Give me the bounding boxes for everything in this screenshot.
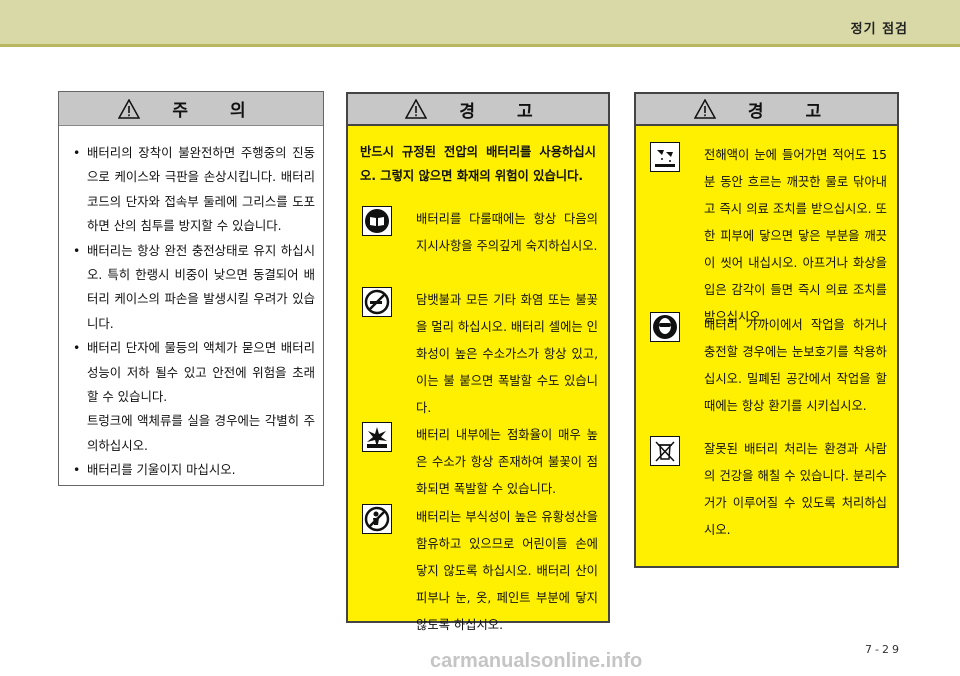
watermark: carmanualsonline.info bbox=[430, 650, 643, 672]
acid-burn-icon bbox=[650, 142, 680, 172]
warning-item: 배터리 가까이에서 작업을 하거나 충전할 경우에는 눈보호기를 착용하십시오.… bbox=[650, 312, 887, 420]
warning-item-text: 전해액이 눈에 들어가면 적어도 15분 동안 흐르는 깨끗한 물로 닦아내고 … bbox=[704, 148, 887, 324]
caution-item: 배터리 단자에 물등의 액체가 묻으면 배터리 성능이 저하 될수 있고 안전에… bbox=[73, 336, 315, 409]
header-bar bbox=[0, 0, 960, 44]
recycle-bin-icon bbox=[650, 436, 680, 466]
warning-item-text: 배터리를 다룰때에는 항상 다음의 지시사항을 주의깊게 숙지하십시오. bbox=[416, 212, 598, 253]
caution-list: 배터리의 장착이 불완전하면 주행중의 진동으로 케이스와 극판을 손상시킵니다… bbox=[59, 126, 323, 483]
warning-item-text: 배터리 가까이에서 작업을 하거나 충전할 경우에는 눈보호기를 착용하십시오.… bbox=[704, 318, 887, 413]
warning-panel-2: 경 고 전해액이 눈에 들어가면 적어도 15분 동안 흐르는 깨끗한 물로 닦… bbox=[634, 92, 899, 568]
warning-item: 잘못된 배터리 처리는 환경과 사람의 건강을 해칠 수 있습니다. 분리수거가… bbox=[650, 436, 887, 544]
warning-triangle-icon bbox=[405, 99, 428, 119]
explosion-icon bbox=[362, 422, 392, 452]
warning-item-text: 담뱃불과 모든 기타 화염 또는 불꽃을 멀리 하십시오. 배터리 셀에는 인화… bbox=[416, 293, 598, 415]
caution-header: 주 의 bbox=[59, 92, 323, 126]
caution-item: 배터리는 항상 완전 충전상태로 유지 하십시오. 특히 한랭시 비중이 낮으면… bbox=[73, 239, 315, 337]
section-title: 정기 점검 bbox=[850, 22, 908, 37]
warning-intro: 반드시 규정된 전압의 배터리를 사용하십시오. 그렇지 않으면 화재의 위험이… bbox=[360, 145, 596, 183]
warning-title: 경 고 bbox=[459, 101, 551, 122]
warning-item-text: 배터리는 부식성이 높은 유황성산을 함유하고 있으므로 어린이들 손에 닿지 … bbox=[416, 510, 598, 632]
warning-triangle-icon bbox=[118, 98, 141, 119]
caution-item: 트렁크에 액체류를 실을 경우에는 각별히 주의하십시오. bbox=[87, 413, 315, 453]
warning-item-text: 잘못된 배터리 처리는 환경과 사람의 건강을 해칠 수 있습니다. 분리수거가… bbox=[704, 442, 887, 537]
no-smoking-icon bbox=[362, 287, 392, 317]
warning-item: 배터리 내부에는 점화율이 매우 높은 수소가 항상 존재하여 불꽃이 점화되면… bbox=[362, 422, 598, 503]
keep-away-children-icon bbox=[362, 504, 392, 534]
warning-item: 전해액이 눈에 들어가면 적어도 15분 동안 흐르는 깨끗한 물로 닦아내고 … bbox=[650, 142, 887, 331]
warning-item-text: 배터리 내부에는 점화율이 매우 높은 수소가 항상 존재하여 불꽃이 점화되면… bbox=[416, 428, 598, 496]
caution-item: 배터리를 기울이지 마십시오. bbox=[73, 458, 315, 483]
header-divider bbox=[0, 44, 960, 47]
warning-item: 배터리를 다룰때에는 항상 다음의 지시사항을 주의깊게 숙지하십시오. bbox=[362, 206, 598, 260]
warning-panel-1: 경 고 반드시 규정된 전압의 배터리를 사용하십시오. 그렇지 않으면 화재의… bbox=[346, 92, 610, 632]
warning-header: 경 고 bbox=[636, 94, 897, 126]
warning-item: 배터리는 부식성이 높은 유황성산을 함유하고 있으므로 어린이들 손에 닿지 … bbox=[362, 504, 598, 639]
caution-panel: 주 의 배터리의 장착이 불완전하면 주행중의 진동으로 케이스와 극판을 손상… bbox=[58, 91, 324, 486]
warning-triangle-icon bbox=[693, 99, 716, 119]
page-number: 7-29 bbox=[865, 643, 902, 656]
warning-header: 경 고 bbox=[348, 94, 608, 126]
warning-item: 담뱃불과 모든 기타 화염 또는 불꽃을 멀리 하십시오. 배터리 셀에는 인화… bbox=[362, 287, 598, 422]
caution-title: 주 의 bbox=[172, 101, 264, 121]
caution-item: 배터리의 장착이 불완전하면 주행중의 진동으로 케이스와 극판을 손상시킵니다… bbox=[73, 141, 315, 239]
warning-title: 경 고 bbox=[747, 101, 840, 122]
eye-protection-icon bbox=[650, 312, 680, 342]
manual-book-icon bbox=[362, 206, 392, 236]
